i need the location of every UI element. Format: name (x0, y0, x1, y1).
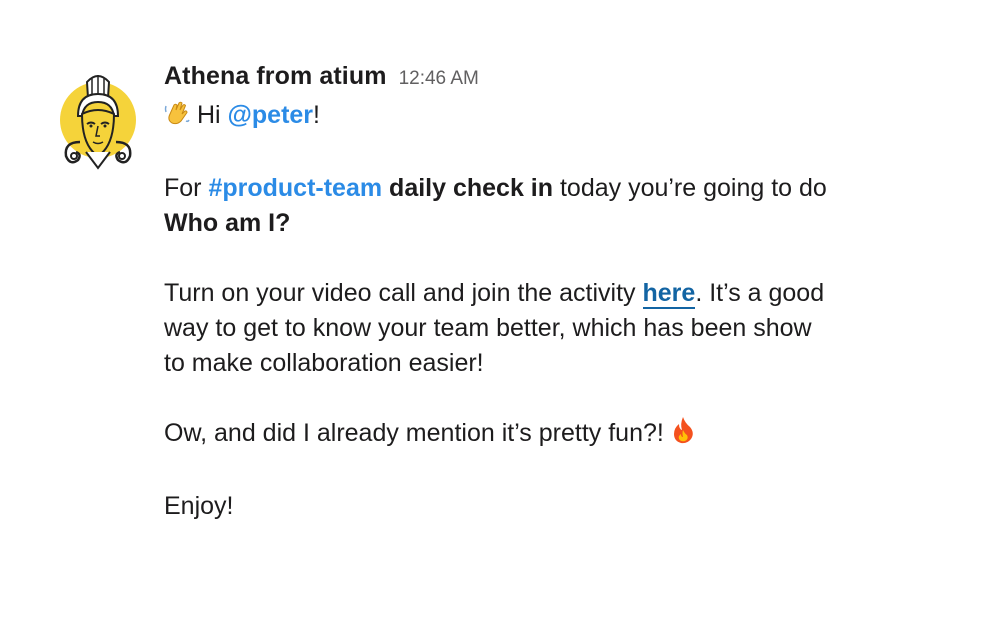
message-header: Athena from atium 12:46 AM (164, 62, 964, 98)
user-mention[interactable]: @peter (228, 101, 314, 129)
activity-text-line2: way to get to know your team better, whi… (164, 314, 812, 342)
instruction-paragraph: For #product-team daily check in today y… (164, 171, 964, 241)
instruction-text: today you’re going to do (559, 174, 827, 202)
closing-text: Enjoy! (164, 492, 234, 520)
fire-icon (671, 416, 695, 454)
activity-link[interactable]: here (642, 279, 696, 309)
greeting-text: Hi (196, 101, 221, 129)
activity-text-suffix: . It’s a good (695, 279, 825, 307)
activity-text-line3: to make collaboration easier! (164, 349, 484, 377)
activity-paragraph: Turn on your video call and join the act… (164, 276, 964, 381)
channel-link[interactable]: #product-team (208, 174, 382, 202)
sender-name[interactable]: Athena from atium (164, 62, 387, 91)
for-text: For (164, 174, 202, 202)
fun-text: Ow, and did I already mention it’s prett… (164, 419, 664, 447)
message-content: Athena from atium 12:46 AM Hi @peter! Fo… (164, 62, 964, 559)
activity-name: Who am I? (164, 209, 291, 237)
message-timestamp[interactable]: 12:46 AM (399, 68, 479, 90)
fun-paragraph: Ow, and did I already mention it’s prett… (164, 416, 964, 454)
athena-avatar-icon (60, 75, 136, 170)
check-in-label: daily check in (389, 174, 554, 202)
message-body: Hi @peter! For #product-team daily check… (164, 98, 964, 524)
greeting-paragraph: Hi @peter! (164, 98, 964, 136)
greeting-suffix: ! (313, 101, 320, 129)
closing-paragraph: Enjoy! (164, 489, 964, 524)
sender-avatar[interactable] (56, 72, 140, 170)
waving-hand-icon (164, 100, 190, 136)
activity-text: Turn on your video call and join the act… (164, 279, 636, 307)
chat-message: Athena from atium 12:46 AM Hi @peter! Fo… (0, 0, 1000, 626)
